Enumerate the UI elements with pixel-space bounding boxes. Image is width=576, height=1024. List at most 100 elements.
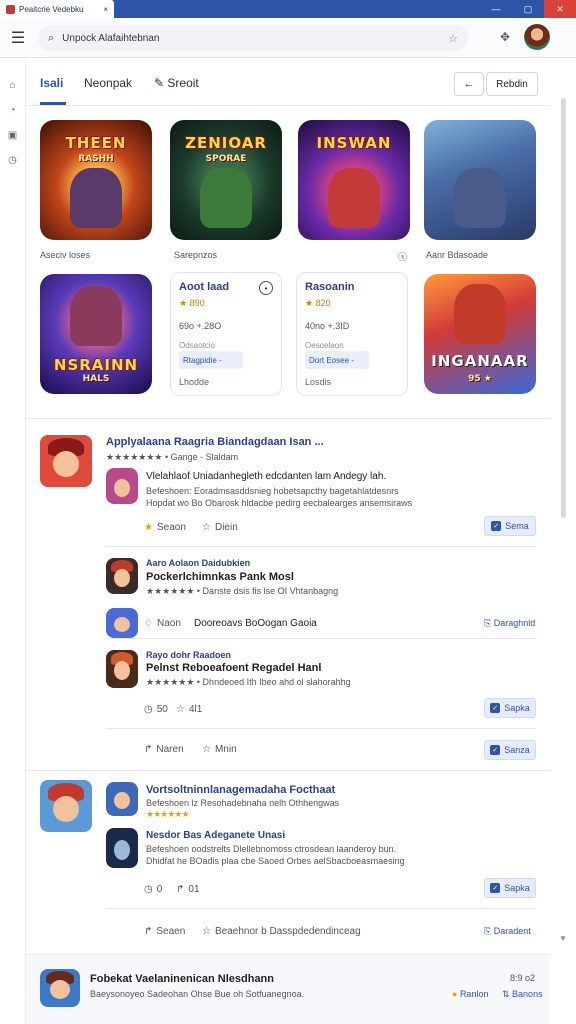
game-card-chip[interactable]: Rtagpidie - — [179, 351, 243, 369]
sema-button[interactable]: ✓ Sema — [484, 516, 536, 536]
review-rating-line: Befeshoen lz Resohadebnaha nelh Othhengw… — [146, 798, 340, 808]
footer-link[interactable]: ⇅ Banons — [502, 989, 543, 1000]
review-button[interactable]: Rebdin — [486, 72, 538, 96]
like-action[interactable]: ★ Seaon — [144, 522, 186, 533]
game-info-card[interactable]: Aoot laad ★ 890 69o +.28O Odsaotcio Rtag… — [170, 272, 282, 396]
game-tile[interactable]: THEEN RASHH — [40, 120, 152, 240]
share-count[interactable]: ↱ 01 — [176, 884, 200, 895]
review-rating-line: ★★★★★★ • Danste dsis fis lse OI Vhtanbag… — [146, 586, 339, 596]
history-icon[interactable]: ◷ — [8, 155, 17, 166]
star-outline-icon[interactable]: ☆ — [448, 32, 458, 45]
footer-status[interactable]: ● Ranlon — [452, 989, 488, 999]
game-hero-art — [454, 168, 506, 228]
game-tile[interactable]: INGANAAR 95 ★ — [424, 274, 536, 394]
thumbs-up-icon: ♢ — [144, 618, 153, 629]
reviewer-avatar[interactable] — [40, 780, 92, 832]
check-icon: ✓ — [490, 703, 501, 713]
options-icon[interactable]: • — [259, 281, 273, 295]
close-window-button[interactable]: ✕ — [544, 0, 576, 18]
review-subtitle: Pockerlchimnkas Pank Mosl — [146, 571, 294, 583]
button-label: Sapka — [504, 883, 530, 893]
game-info-card[interactable]: Rasoanin ★ 820 40no +.3ID Oesoelaon Dort… — [296, 272, 408, 396]
game-tile[interactable]: NSRAINN HALS — [40, 274, 152, 394]
comment-action[interactable]: ♢ Naon — [144, 618, 181, 629]
browser-tab[interactable]: Peaitcrie Vedebku × — [0, 0, 114, 18]
game-tile[interactable]: ZENIOAR SPORAE — [170, 120, 282, 240]
home-icon[interactable]: ⌂ — [9, 80, 15, 91]
game-caption: Aanr Bdasoade — [426, 250, 489, 260]
favicon-icon — [6, 4, 15, 14]
gamepad-icon[interactable]: ✥ — [500, 30, 510, 44]
status-dot-icon: ● — [452, 989, 460, 999]
favorite-action[interactable]: ☆ Mnin — [202, 744, 237, 755]
footer-card[interactable]: Fobekat Vaelaninenican Nlesdhann Baeyson… — [26, 954, 550, 1024]
reviewer-avatar[interactable] — [40, 435, 92, 487]
tab-sreoit[interactable]: ✎ Sreoit — [154, 76, 199, 90]
comment-icon: ◷ — [144, 884, 153, 895]
favorite-action[interactable]: ☆ Diein — [202, 522, 238, 533]
footer-status-label: Ranlon — [459, 989, 489, 999]
share-count-label: 01 — [188, 884, 200, 895]
search-bar[interactable]: ⌕ Unpock Alafaihtebnan ☆ — [38, 25, 468, 51]
review-title[interactable]: Rayo dohr Raadoen — [146, 650, 231, 660]
game-caption: Aseciv loses — [40, 250, 91, 260]
bell-icon[interactable]: ◔ — [9, 105, 15, 116]
review-subtitle: Nesdor Bas Adeganete Unasi — [146, 830, 286, 841]
game-thumbnail[interactable] — [106, 468, 138, 504]
footer-title: Fobekat Vaelaninenican Nlesdhann — [90, 973, 274, 985]
favorite-label: Mnin — [214, 744, 237, 755]
tab-close-button[interactable]: × — [103, 5, 108, 14]
favorite-label: Beaehnor b Dasspdedendinceag — [214, 926, 361, 937]
review-title[interactable]: Vortsoltninnlanagemadaha Focthaat — [146, 784, 335, 796]
game-thumbnail[interactable] — [106, 828, 138, 868]
game-card-foot: Losdis — [305, 377, 332, 387]
scrollbar[interactable]: ▼ — [552, 58, 574, 1024]
star-outline-icon: ☆ — [202, 744, 211, 755]
game-thumbnail[interactable] — [106, 558, 138, 594]
game-art-subtitle: HALS — [82, 374, 110, 384]
main-content: Isali Neonpak ✎ Sreoit ← Rebdin THEEN RA… — [26, 58, 550, 1024]
review-title[interactable]: Aaro Aolaon Daidubkien — [146, 558, 250, 568]
game-art-title: NSRAINN — [53, 356, 139, 374]
tab-neonpak[interactable]: Neonpak — [84, 76, 132, 90]
share-icon: ↱ — [144, 926, 153, 937]
minimize-button[interactable]: — — [480, 0, 512, 18]
avatar[interactable] — [524, 24, 550, 50]
game-hero-art — [328, 168, 380, 228]
comment-count[interactable]: ◷ 0 — [144, 884, 162, 895]
download-link[interactable]: ⎘ Daradent — [484, 926, 531, 937]
favorite-action[interactable]: ☆ Beaehnor b Dasspdedendinceag — [202, 926, 361, 937]
button-label: Sanza — [504, 745, 530, 755]
game-tile[interactable] — [424, 120, 536, 240]
footer-avatar[interactable] — [40, 969, 80, 1007]
review-body-line: Dhidfat he BOadis plaa cbe Saoed Orbes a… — [146, 856, 405, 866]
share-action[interactable]: ↱ Naren — [144, 744, 184, 755]
share-action[interactable]: ↱ Seaen — [144, 926, 185, 937]
review-subtitle: Pelnst Reboeafoent Regadel Hanl — [146, 662, 322, 674]
tab-title: Peaitcrie Vedebku — [19, 4, 84, 14]
download-link[interactable]: ⎘ Daraghnld — [484, 618, 535, 629]
game-caption: Sarepnzos — [174, 250, 218, 260]
toolbar-icons: ✥ — [500, 24, 550, 50]
tab-isali[interactable]: Isali — [40, 76, 63, 90]
review-rating-line: ★★★★★★★ • Gange - Slaldam — [106, 452, 239, 462]
search-input[interactable]: Unpock Alafaihtebnan — [62, 33, 440, 44]
avatar-face — [114, 661, 130, 681]
share-count[interactable]: ☆ 4l1 — [176, 704, 202, 715]
scrollbar-thumb[interactable] — [561, 98, 566, 518]
game-thumbnail[interactable] — [106, 608, 138, 638]
sapka-button[interactable]: ✓ Sapka — [484, 878, 536, 898]
sanza-button[interactable]: ✓ Sanza — [484, 740, 536, 760]
game-card-chip[interactable]: Dort Eosee - — [305, 351, 369, 369]
scroll-down-icon[interactable]: ▼ — [559, 934, 567, 943]
sapka-button[interactable]: ✓ Sapka — [484, 698, 536, 718]
game-thumbnail[interactable] — [106, 782, 138, 816]
game-thumbnail[interactable] — [106, 650, 138, 688]
game-tile[interactable]: INSWAN — [298, 120, 410, 240]
comment-count[interactable]: ◷ 50 — [144, 704, 168, 715]
maximize-button[interactable]: ▢ — [512, 0, 544, 18]
review-title[interactable]: Applyalaana Raagria Biandagdaan Isan ... — [106, 436, 324, 448]
back-button[interactable]: ← — [454, 72, 484, 96]
hamburger-icon[interactable]: ☰ — [0, 28, 36, 48]
library-icon[interactable]: ▣ — [8, 130, 17, 141]
